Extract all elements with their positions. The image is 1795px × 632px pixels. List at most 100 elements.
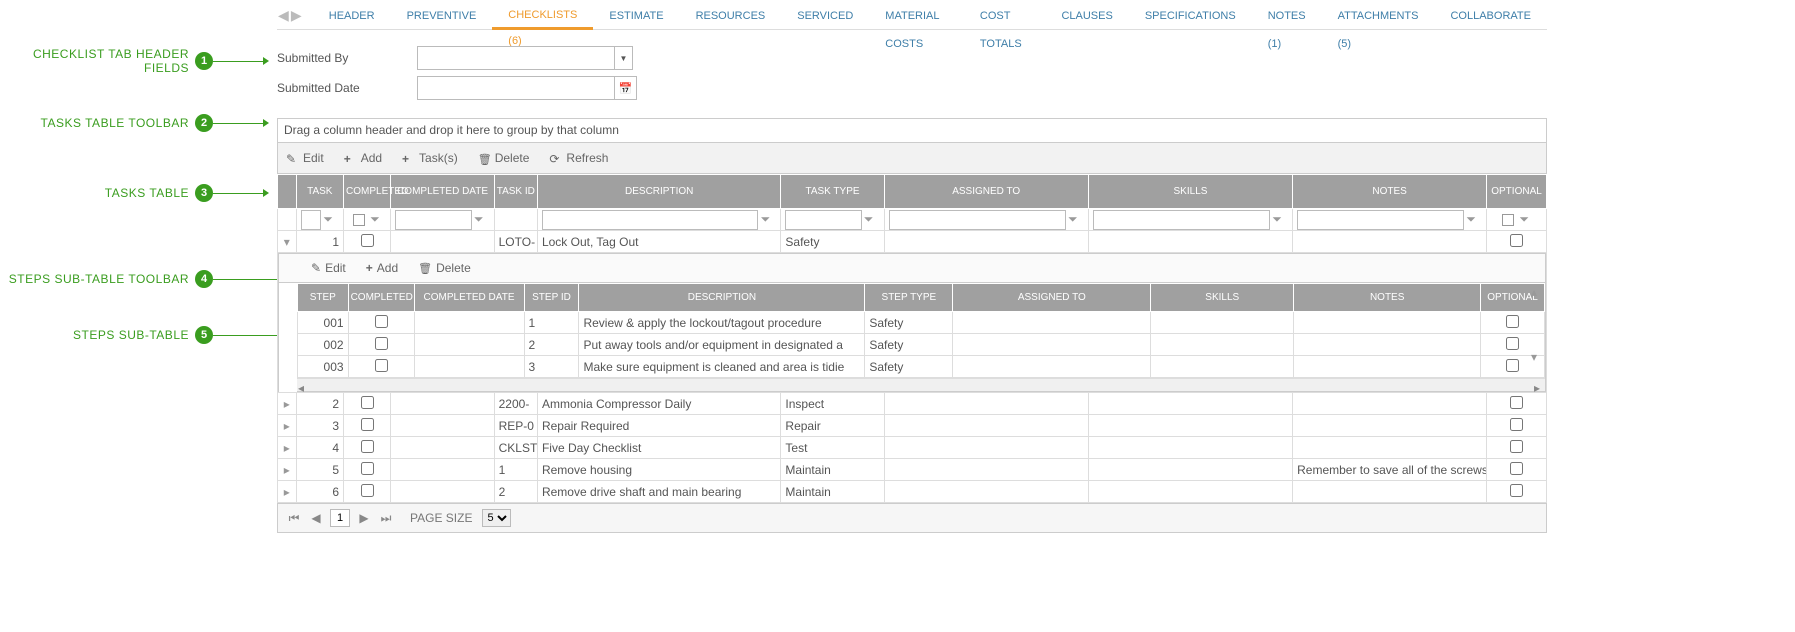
edit-button[interactable]: Edit — [311, 261, 346, 275]
submitted-by-input[interactable] — [417, 46, 615, 70]
edit-button[interactable]: Edit — [286, 151, 324, 165]
task-optional-checkbox[interactable] — [1510, 234, 1523, 247]
pager-prev-icon[interactable]: ◀ — [308, 511, 324, 525]
page-size-select[interactable]: 5 — [482, 509, 511, 527]
steps-col-header[interactable]: STEP ID — [524, 284, 579, 312]
task-completed-checkbox[interactable] — [361, 418, 374, 431]
filter-notes[interactable] — [1297, 210, 1464, 230]
expand-icon[interactable]: ▸ — [278, 393, 297, 415]
task-row[interactable]: ▸62Remove drive shaft and main bearingMa… — [278, 481, 1547, 503]
calendar-icon[interactable] — [615, 76, 637, 100]
expand-icon[interactable]: ▾ — [278, 231, 297, 253]
task-optional-checkbox[interactable] — [1510, 440, 1523, 453]
tab-notes-1-[interactable]: NOTES (1) — [1252, 2, 1322, 30]
submitted-by-dropdown-icon[interactable] — [615, 46, 633, 70]
expand-icon[interactable]: ▸ — [278, 437, 297, 459]
task-optional-checkbox[interactable] — [1510, 396, 1523, 409]
tasks-col-header[interactable]: COMPLETED DATE — [391, 175, 494, 209]
steps-col-header[interactable]: ASSIGNED TO — [953, 284, 1151, 312]
filter-completed-checkbox[interactable] — [353, 214, 365, 226]
task-row[interactable]: ▾1LOTO-Lock Out, Tag OutSafety — [278, 231, 1547, 253]
tasks-col-header[interactable]: TASK ID — [494, 175, 537, 209]
expand-icon[interactable]: ▸ — [278, 415, 297, 437]
pager-last-icon[interactable]: ⏭ — [378, 511, 394, 526]
refresh-button[interactable]: Refresh — [549, 151, 608, 165]
funnel-icon[interactable] — [1270, 212, 1284, 227]
filter-completed-date[interactable] — [395, 210, 471, 230]
tab-estimate[interactable]: ESTIMATE — [593, 2, 679, 30]
tasks-col-header[interactable]: OPTIONAL — [1487, 175, 1547, 209]
funnel-icon[interactable] — [1066, 212, 1080, 227]
tasks-col-header[interactable]: SKILLS — [1088, 175, 1292, 209]
task-completed-checkbox[interactable] — [361, 234, 374, 247]
pager-first-icon[interactable]: ⏮ — [286, 511, 302, 526]
steps-col-header[interactable]: NOTES — [1294, 284, 1481, 312]
tab-checklists-6-[interactable]: CHECKLISTS (6) — [492, 2, 593, 30]
tasks-col-header[interactable]: ASSIGNED TO — [884, 175, 1088, 209]
task-row[interactable]: ▸3REP-0Repair RequiredRepair — [278, 415, 1547, 437]
step-completed-checkbox[interactable] — [375, 315, 388, 328]
step-completed-checkbox[interactable] — [375, 359, 388, 372]
tab-material-costs[interactable]: MATERIAL COSTS — [869, 2, 964, 30]
tasks-col-header[interactable]: TASK — [296, 175, 343, 209]
task-row[interactable]: ▸22200-Ammonia Compressor DailyInspect — [278, 393, 1547, 415]
pager-next-icon[interactable]: ▶ — [356, 511, 372, 525]
task-row[interactable]: ▸51Remove housingMaintainRemember to sav… — [278, 459, 1547, 481]
delete-button[interactable]: Delete — [478, 151, 530, 165]
tab-preventive[interactable]: PREVENTIVE — [391, 2, 493, 30]
tasks-col-header[interactable]: TASK TYPE — [781, 175, 884, 209]
funnel-icon[interactable] — [862, 212, 876, 227]
funnel-icon[interactable] — [1464, 212, 1478, 227]
tab-specifications[interactable]: SPECIFICATIONS — [1129, 2, 1252, 30]
step-optional-checkbox[interactable] — [1506, 359, 1519, 372]
scroll-down-icon[interactable]: ▾ — [1531, 350, 1543, 362]
tab-header[interactable]: HEADER — [313, 2, 391, 30]
task-completed-checkbox[interactable] — [361, 462, 374, 475]
funnel-icon[interactable] — [321, 212, 335, 227]
filter-task[interactable] — [301, 210, 321, 230]
funnel-icon[interactable] — [758, 212, 772, 227]
tasks-col-header[interactable]: COMPLETED — [344, 175, 391, 209]
task-completed-checkbox[interactable] — [361, 484, 374, 497]
step-optional-checkbox[interactable] — [1506, 315, 1519, 328]
step-completed-checkbox[interactable] — [375, 337, 388, 350]
filter-description[interactable] — [542, 210, 758, 230]
horizontal-scrollbar[interactable]: ◂▸ — [297, 378, 1545, 392]
step-row[interactable]: 0011Review & apply the lockout/tagout pr… — [298, 312, 1545, 334]
steps-col-header[interactable]: COMPLETED — [348, 284, 414, 312]
steps-col-header[interactable]: SKILLS — [1151, 284, 1294, 312]
tasks-button[interactable]: Task(s) — [402, 151, 458, 165]
steps-col-header[interactable]: COMPLETED DATE — [414, 284, 524, 312]
funnel-icon[interactable] — [1517, 212, 1531, 227]
expand-icon[interactable]: ▸ — [278, 459, 297, 481]
task-row[interactable]: ▸4CKLSTFive Day ChecklistTest — [278, 437, 1547, 459]
group-drop-zone[interactable]: Drag a column header and drop it here to… — [277, 118, 1547, 142]
task-optional-checkbox[interactable] — [1510, 484, 1523, 497]
tab-serviced[interactable]: SERVICED — [781, 2, 869, 30]
add-button[interactable]: Add — [366, 261, 398, 275]
scroll-right-icon[interactable]: ▸ — [1534, 381, 1544, 391]
scroll-up-icon[interactable]: ▴ — [1531, 285, 1543, 297]
tasks-col-header[interactable]: DESCRIPTION — [537, 175, 780, 209]
tab-scroll-left-icon[interactable]: ◀ — [277, 7, 290, 24]
expand-icon[interactable]: ▸ — [278, 481, 297, 503]
task-optional-checkbox[interactable] — [1510, 418, 1523, 431]
tab-clauses[interactable]: CLAUSES — [1045, 2, 1128, 30]
tasks-col-header[interactable] — [278, 175, 297, 209]
filter-assigned-to[interactable] — [889, 210, 1066, 230]
add-button[interactable]: Add — [344, 151, 382, 165]
task-completed-checkbox[interactable] — [361, 440, 374, 453]
tab-cost-totals[interactable]: COST TOTALS — [964, 2, 1046, 30]
tab-attachments-5-[interactable]: ATTACHMENTS (5) — [1322, 2, 1435, 30]
steps-col-header[interactable]: STEP TYPE — [865, 284, 953, 312]
filter-skills[interactable] — [1093, 210, 1270, 230]
steps-col-header[interactable]: STEP — [298, 284, 349, 312]
funnel-icon[interactable] — [368, 212, 382, 227]
task-completed-checkbox[interactable] — [361, 396, 374, 409]
tab-scroll-right-icon[interactable]: ▶ — [290, 7, 303, 24]
step-row[interactable]: 0022Put away tools and/or equipment in d… — [298, 334, 1545, 356]
step-optional-checkbox[interactable] — [1506, 337, 1519, 350]
scroll-left-icon[interactable]: ◂ — [298, 381, 308, 391]
filter-task-type[interactable] — [785, 210, 861, 230]
funnel-icon[interactable] — [472, 212, 486, 227]
